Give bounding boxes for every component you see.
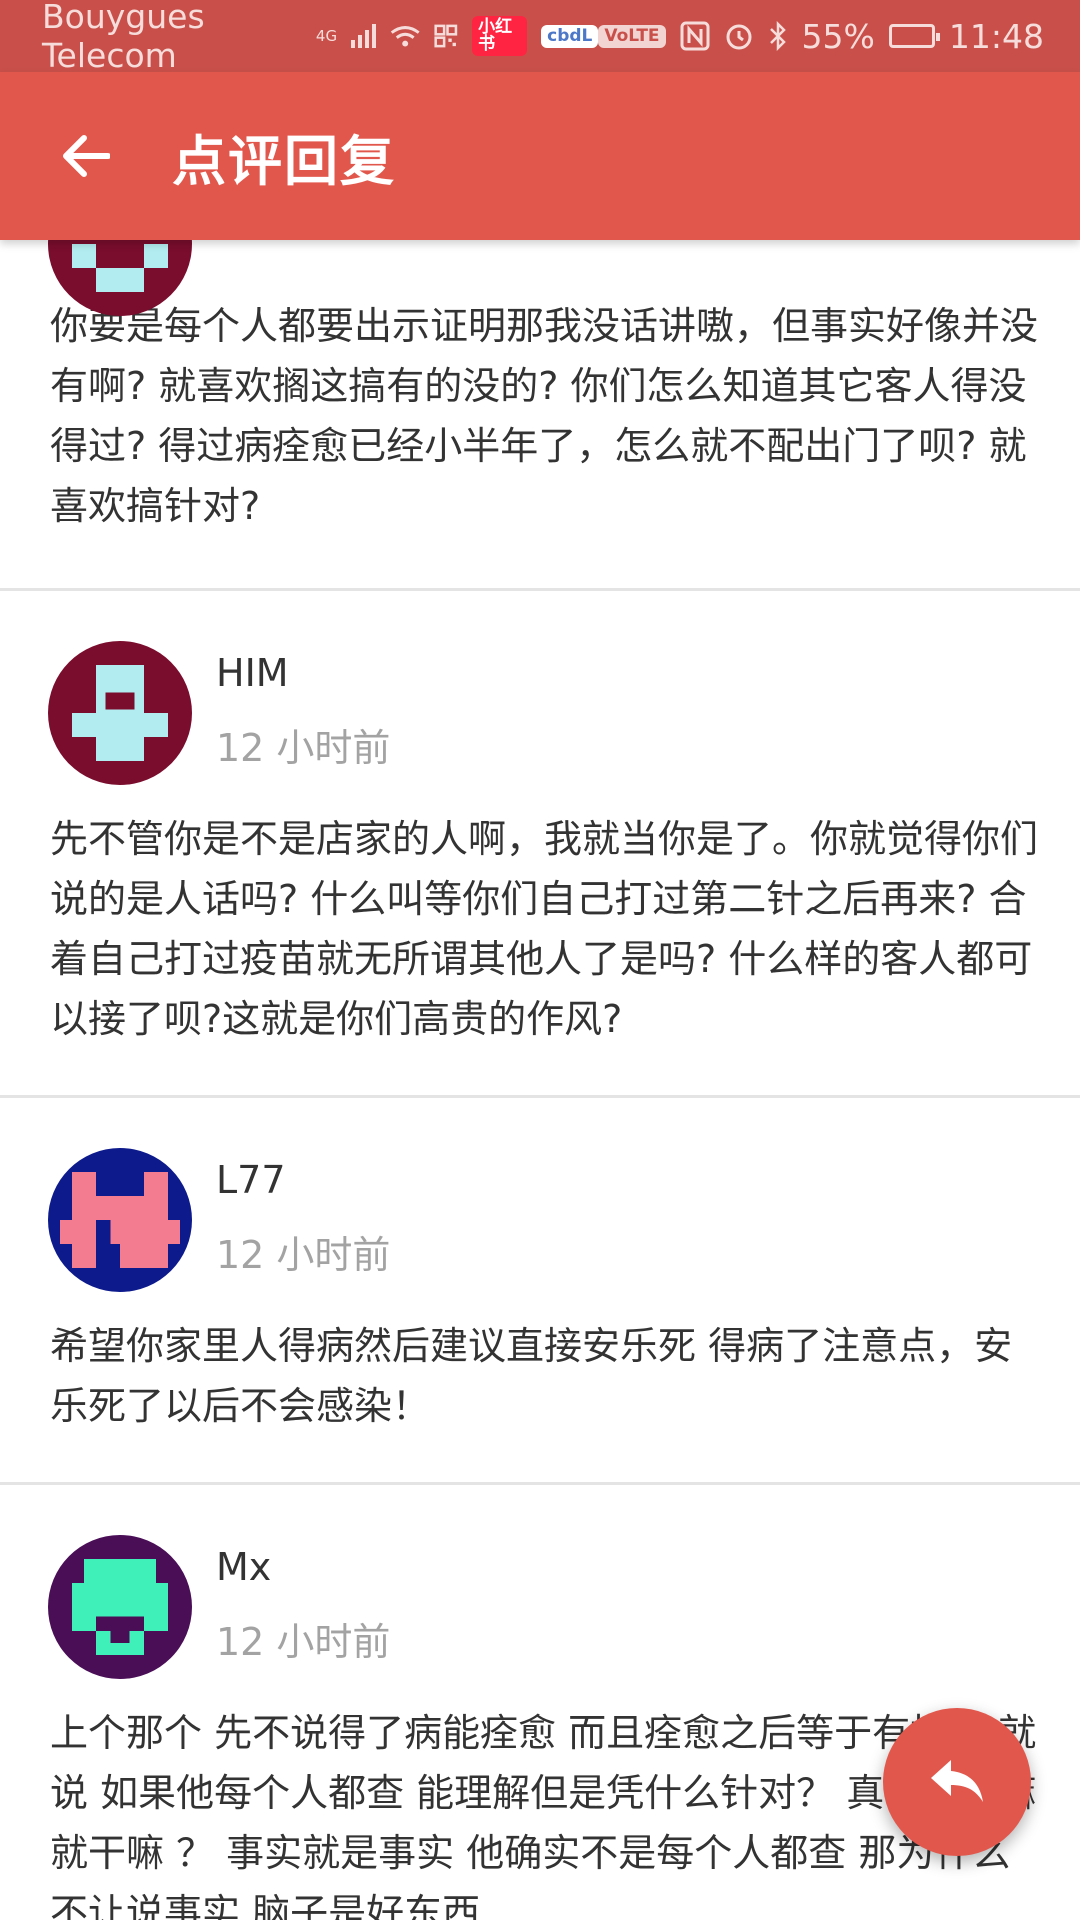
- qr-code-icon: [434, 24, 458, 48]
- nfc-icon: [680, 21, 710, 51]
- review-header: HIM 12 小时前: [0, 641, 1080, 809]
- review-username[interactable]: HIM: [216, 651, 289, 695]
- cbdl-badge: cbdL: [541, 24, 599, 48]
- battery-icon: [888, 24, 940, 48]
- wifi-icon: [390, 26, 420, 47]
- avatar[interactable]: [48, 641, 192, 785]
- battery-percent: 55%: [801, 16, 875, 56]
- review-item: L77 12 小时前 希望你家里人得病然后建议直接安乐死 得病了注意点，安乐死了…: [0, 1098, 1080, 1485]
- volte-badge: VoLTE: [598, 24, 666, 48]
- app-bar: 点评回复: [0, 72, 1080, 240]
- review-header: [0, 240, 1080, 316]
- review-header: L77 12 小时前: [0, 1148, 1080, 1316]
- page-title: 点评回复: [172, 129, 396, 193]
- xiaohongshu-badge: 小红书: [472, 16, 528, 56]
- status-bar: Bouygues Telecom 4G 小红书 cbdL VoLTE 55% 1…: [0, 0, 1080, 75]
- review-text: 希望你家里人得病然后建议直接安乐死 得病了注意点，安乐死了以后不会感染！: [50, 1324, 1013, 1428]
- avatar[interactable]: [48, 1148, 192, 1292]
- review-header: Mx 12 小时前: [0, 1535, 1080, 1703]
- reply-icon: [931, 1760, 983, 1802]
- back-button[interactable]: [0, 72, 172, 240]
- review-list[interactable]: 你要是每个人都要出示证明那我没话讲嗷，但事实好像并没有啊? 就喜欢搁这搞有的没的…: [0, 240, 1080, 1920]
- avatar[interactable]: [48, 1535, 192, 1679]
- alarm-icon: [726, 24, 752, 50]
- status-left: Bouygues Telecom 4G 小红书 cbdL: [42, 0, 599, 75]
- review-timestamp: 12 小时前: [216, 1233, 391, 1277]
- review-text: 先不管你是不是店家的人啊，我就当你是了。你就觉得你们说的是人话吗? 什么叫等你们…: [50, 817, 1039, 1041]
- signal-icon: [351, 24, 377, 48]
- review-item: 你要是每个人都要出示证明那我没话讲嗷，但事实好像并没有啊? 就喜欢搁这搞有的没的…: [0, 240, 1080, 591]
- review-timestamp: 12 小时前: [216, 726, 391, 770]
- status-right: VoLTE 55% 11:48: [598, 17, 1044, 56]
- carrier-name: Bouygues Telecom: [42, 0, 205, 75]
- review-username[interactable]: Mx: [216, 1545, 271, 1589]
- review-text: 你要是每个人都要出示证明那我没话讲嗷，但事实好像并没有啊? 就喜欢搁这搞有的没的…: [50, 304, 1039, 528]
- review-username[interactable]: L77: [216, 1158, 286, 1202]
- review-timestamp: 12 小时前: [216, 1620, 391, 1664]
- reply-button[interactable]: [883, 1708, 1031, 1856]
- bluetooth-icon: [769, 21, 786, 51]
- review-item: HIM 12 小时前 先不管你是不是店家的人啊，我就当你是了。你就觉得你们说的是…: [0, 591, 1080, 1098]
- arrow-left-icon: [63, 135, 110, 177]
- network-badge: 4G: [315, 27, 338, 45]
- review-item: Mx 12 小时前 上个那个 先不说得了病能痊愈 而且痊愈之后等于有抗体 就说 …: [0, 1485, 1080, 1920]
- clock: 11:48: [948, 16, 1044, 56]
